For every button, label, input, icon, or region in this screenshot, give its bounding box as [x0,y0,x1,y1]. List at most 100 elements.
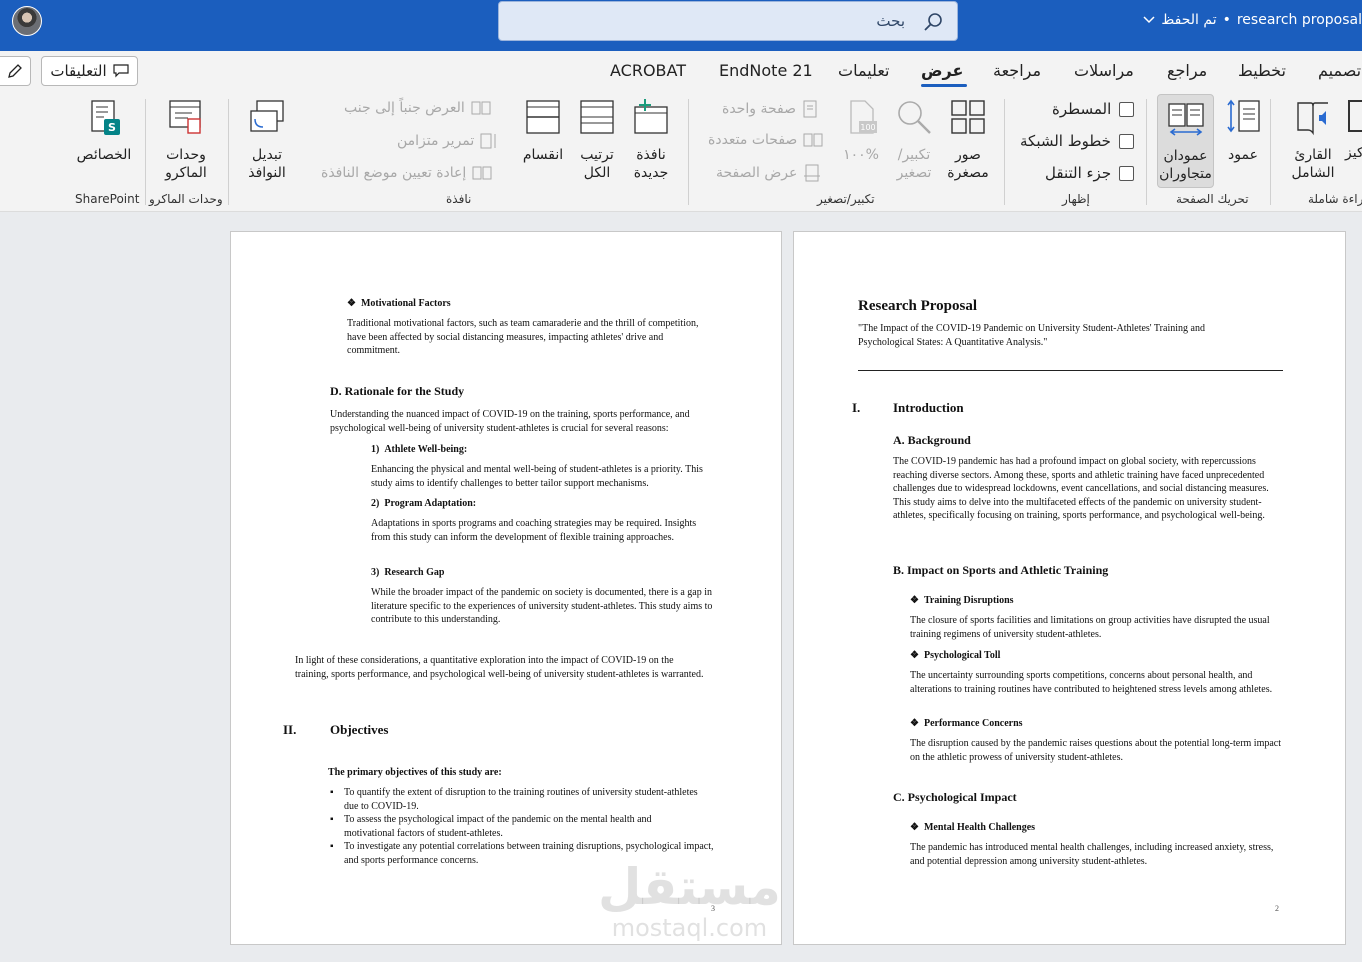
group-page-movement: تحريك الصفحة [1176,192,1249,206]
macros-label: وحدات الماكرو [165,147,207,181]
navigation-pane-checkbox-box[interactable] [1119,165,1135,181]
arrange-all-button[interactable]: ترتيب الكل [574,97,620,182]
user-avatar[interactable] [12,6,42,36]
multiple-pages-button[interactable]: صفحات متعددة [708,132,823,148]
group-sharepoint: SharePoint [75,192,140,206]
view-side-by-side-label: العرض جنباً إلى جنب [344,100,465,116]
page-width-button[interactable]: عرض الصفحة [716,164,821,182]
vertical-button[interactable]: عمود [1218,97,1268,164]
bullet-heading-mental-health: ❖ Mental Health Challenges [910,822,1036,833]
title-bar: بحث research proposal • تم الحفظ [0,0,1362,51]
comments-button[interactable]: التعليقات [41,56,138,86]
separator [145,99,146,205]
ribbon-panel: تركيز القارئ الشامل قراءة شاملة عمود عمو… [0,91,1362,212]
chevron-down-icon [1143,16,1155,24]
gridlines-label: خطوط الشبكة [1020,132,1111,150]
one-page-icon [803,100,817,118]
document-page-3[interactable]: ❖ Motivational Factors Traditional motiv… [230,231,782,945]
ribbon-tabs: التعليقات تصميم تخطيط مراجع مراسلات مراج… [0,51,1362,91]
group-immersive: قراءة شاملة [1308,192,1362,206]
split-button[interactable]: انقسام [518,97,568,164]
navigation-pane-checkbox[interactable]: جزء التنقل [1045,164,1135,182]
multiple-pages-icon [803,133,823,147]
heading-text: Training Disruptions [923,595,1014,606]
synchronous-scrolling-label: تمرير متزامن [397,133,475,149]
new-window-button[interactable]: نافذة جديدة [628,97,674,182]
ruler-label: المسطرة [1052,100,1112,118]
heading-introduction: Introduction [893,400,964,415]
paragraph-performance: The disruption caused by the pandemic ra… [910,738,1282,763]
magnifier-icon [898,101,931,134]
tab-design[interactable]: تصميم [1318,61,1361,80]
arrange-all-label: ترتيب الكل [580,147,614,181]
switch-windows-icon [250,100,284,132]
heading-psychological-impact: C. Psychological Impact [893,790,1017,804]
side-to-side-button[interactable]: عمودان متجاوران [1157,94,1214,188]
tab-view[interactable]: عرض [921,61,963,80]
bullet-marker: ▪ [330,841,334,852]
separator [688,99,689,205]
tab-layout[interactable]: تخطيط [1238,61,1286,80]
paragraph-athlete-wellbeing: Enhancing the physical and mental well-b… [371,464,703,489]
thumbnails-button[interactable]: صور مصغرة [942,97,994,182]
doc-name: research proposal [1236,12,1362,28]
paragraph-conclusion: In light of these considerations, a quan… [295,655,704,680]
paragraph-background: The COVID-19 pandemic has had a profound… [893,456,1269,522]
bullet-marker: ▪ [330,814,334,825]
paragraph-psychological-toll: The uncertainty surrounding sports compe… [910,670,1273,695]
page-width-label: عرض الصفحة [716,165,798,181]
tab-endnote[interactable]: EndNote 21 [719,61,813,80]
switch-windows-button[interactable]: تبديل النوافذ [238,97,296,182]
zoom-button[interactable]: تكبير/تصغير [888,97,940,182]
side-to-side-label: عمودان متجاوران [1159,148,1212,182]
immersive-reader-icon [1297,102,1328,136]
document-title[interactable]: research proposal • تم الحفظ [1143,12,1362,28]
multiple-pages-label: صفحات متعددة [708,132,798,148]
heading-research-gap: 3) Research Gap [371,567,445,578]
tab-mailings[interactable]: مراسلات [1074,61,1134,80]
zoom-100-label: ١٠٠% [843,147,879,163]
focus-button[interactable]: تركيز [1345,97,1362,162]
properties-label: الخصائص [76,147,132,163]
search-label: بحث [876,12,905,30]
search-box[interactable]: بحث [498,1,958,41]
thumbnails-label: صور مصغرة [947,147,989,181]
tab-review[interactable]: مراجعة [993,61,1041,80]
heading-program-adaptation: 2) Program Adaptation: [371,498,477,509]
side-to-side-icon [1167,103,1204,136]
thumbnails-icon [951,100,985,134]
reset-window-position-button[interactable]: إعادة تعيين موضع النافذة [321,164,492,182]
heading-text: Performance Concerns [923,718,1023,729]
editing-mode-button[interactable] [0,56,31,86]
tab-references[interactable]: مراجع [1167,61,1207,80]
zoom-label: تكبير/تصغير [896,147,932,181]
reset-position-icon [472,166,492,180]
ruler-checkbox[interactable]: المسطرة [1052,100,1135,118]
split-label: انقسام [522,147,564,163]
switch-windows-label: تبديل النوافذ [248,147,286,181]
macros-button[interactable]: وحدات الماكرو [156,97,216,182]
gridlines-checkbox-box[interactable] [1118,133,1134,149]
tab-help[interactable]: تعليمات [838,61,889,80]
synchronous-scrolling-button[interactable]: تمرير متزامن [397,132,498,150]
document-page-2[interactable]: Research Proposal "The Impact of the COV… [793,231,1346,945]
focus-label: تركيز [1345,145,1362,161]
tab-acrobat[interactable]: ACROBAT [610,61,686,80]
view-side-by-side-button[interactable]: العرض جنباً إلى جنب [344,100,491,116]
ruler-checkbox-box[interactable] [1119,101,1135,117]
svg-text:S: S [108,121,116,134]
watermark-arabic: مستقل [598,858,781,916]
gridlines-checkbox[interactable]: خطوط الشبكة [1020,132,1134,150]
heading-objectives: Objectives [330,722,389,737]
properties-button[interactable]: S الخصائص [74,97,134,164]
section-number-1: I. [852,400,861,415]
heading-text: Motivational Factors [360,298,451,309]
separator [1270,99,1271,205]
vertical-label: عمود [1228,147,1258,163]
immersive-reader-button[interactable]: القارئ الشامل [1283,97,1343,182]
zoom-100-button[interactable]: 100 ١٠٠% [836,97,886,164]
one-page-button[interactable]: صفحة واحدة [722,100,818,118]
separator [1004,99,1005,205]
new-window-icon [634,99,668,134]
reset-window-position-label: إعادة تعيين موضع النافذة [321,165,467,181]
